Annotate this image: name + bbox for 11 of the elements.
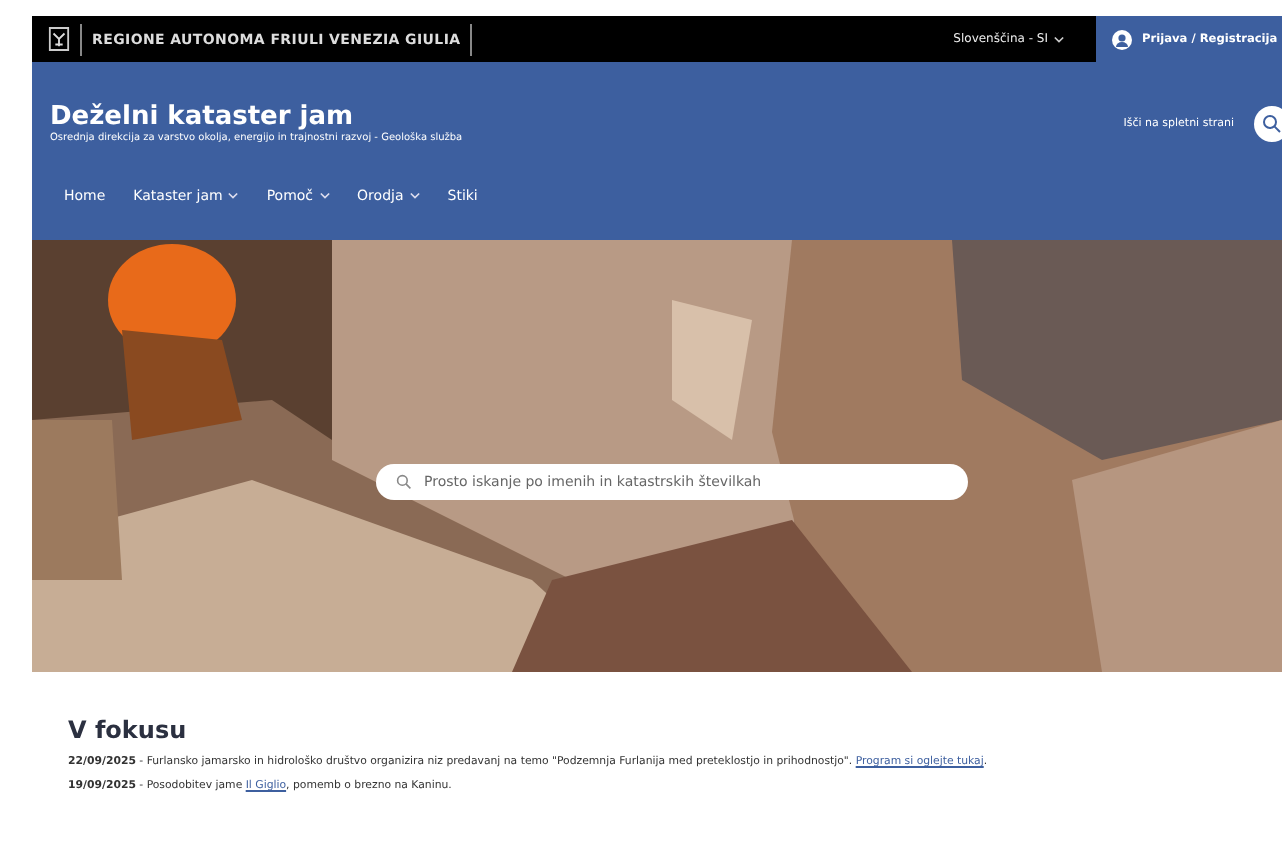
chevron-down-icon	[409, 192, 420, 200]
chevron-down-icon	[1054, 35, 1064, 43]
site-title[interactable]: Deželni kataster jam	[50, 102, 463, 132]
chevron-down-icon	[319, 192, 330, 200]
user-icon	[1112, 29, 1132, 49]
chevron-down-icon	[228, 192, 239, 200]
search-button[interactable]	[1254, 105, 1282, 141]
search-icon	[1262, 113, 1282, 133]
section-heading: V fokusu	[68, 716, 189, 744]
emblem-icon	[48, 26, 70, 52]
search-icon	[396, 474, 412, 490]
